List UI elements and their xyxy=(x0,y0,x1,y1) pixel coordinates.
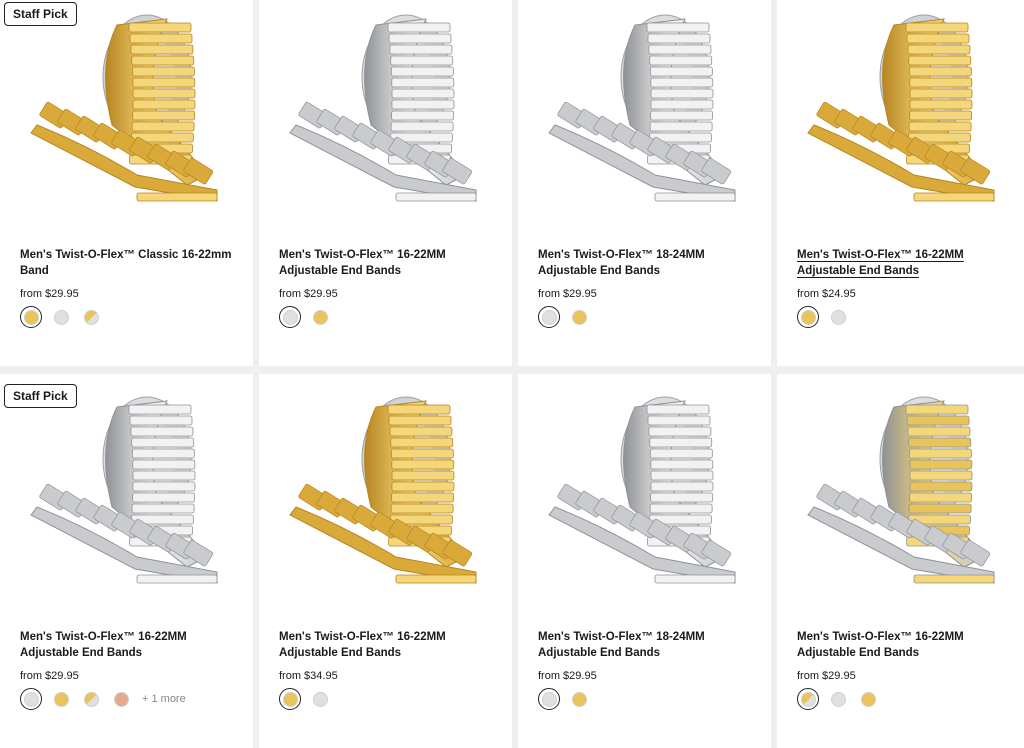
swatch-gold[interactable] xyxy=(797,306,819,328)
product-card[interactable]: Men's Twist-O-Flex™ 16-22MM Adjustable E… xyxy=(777,374,1024,748)
product-title[interactable]: Men's Twist-O-Flex™ 18-24MM Adjustable E… xyxy=(538,630,757,661)
swatch-twotone[interactable] xyxy=(80,688,102,710)
swatch-dot xyxy=(571,309,587,325)
swatch-dot xyxy=(800,309,816,325)
product-image[interactable] xyxy=(10,382,243,602)
product-image[interactable] xyxy=(528,382,761,602)
product-price: from $29.95 xyxy=(538,670,597,682)
product-title[interactable]: Men's Twist-O-Flex™ 16-22MM Adjustable E… xyxy=(797,630,1016,661)
swatch-dot xyxy=(830,309,846,325)
swatch-silver[interactable] xyxy=(50,306,72,328)
swatch-dot xyxy=(282,691,298,707)
swatch-dot xyxy=(571,691,587,707)
swatch-dot xyxy=(23,691,39,707)
swatch-silver[interactable] xyxy=(538,688,560,710)
swatch-gold[interactable] xyxy=(50,688,72,710)
swatch-twotone[interactable] xyxy=(80,306,102,328)
product-card[interactable]: Men's Twist-O-Flex™ 16-22MM Adjustable E… xyxy=(777,0,1024,366)
color-swatches: + 1 more xyxy=(20,688,186,710)
color-swatches xyxy=(797,306,849,328)
color-swatches xyxy=(538,306,590,328)
product-price: from $29.95 xyxy=(279,288,338,300)
swatch-silver[interactable] xyxy=(538,306,560,328)
staff-pick-badge: Staff Pick xyxy=(4,2,77,26)
product-price: from $29.95 xyxy=(538,288,597,300)
swatch-dot xyxy=(53,309,69,325)
product-title-link[interactable]: Men's Twist-O-Flex™ 16-22MM Adjustable E… xyxy=(797,249,964,277)
product-title[interactable]: Men's Twist-O-Flex™ 16-22MM Adjustable E… xyxy=(20,630,239,661)
swatch-twotone[interactable] xyxy=(797,688,819,710)
product-image[interactable] xyxy=(787,382,1020,602)
product-title[interactable]: Men's Twist-O-Flex™ 18-24MM Adjustable E… xyxy=(538,248,757,279)
color-swatches xyxy=(20,306,102,328)
product-title[interactable]: Men's Twist-O-Flex™ 16-22MM Adjustable E… xyxy=(279,630,498,661)
swatch-silver[interactable] xyxy=(309,688,331,710)
product-price: from $34.95 xyxy=(279,670,338,682)
product-image[interactable] xyxy=(269,0,502,220)
product-title[interactable]: Men's Twist-O-Flex™ 16-22MM Adjustable E… xyxy=(797,248,1016,279)
swatch-gold[interactable] xyxy=(857,688,879,710)
color-swatches xyxy=(279,306,331,328)
swatch-gold[interactable] xyxy=(20,306,42,328)
product-card[interactable]: Staff Pick Men's Twist-O-Flex™ 16-22MM A… xyxy=(0,374,253,748)
product-image[interactable] xyxy=(787,0,1020,220)
swatch-dot xyxy=(541,309,557,325)
swatch-dot xyxy=(23,309,39,325)
product-card[interactable]: Men's Twist-O-Flex™ 16-22MM Adjustable E… xyxy=(259,0,512,366)
product-title[interactable]: Men's Twist-O-Flex™ Classic 16-22mm Band xyxy=(20,248,239,279)
swatch-gold[interactable] xyxy=(568,306,590,328)
product-card[interactable]: Staff Pick Men's Twist-O-Flex™ Classic 1… xyxy=(0,0,253,366)
swatch-gold[interactable] xyxy=(309,306,331,328)
swatch-dot xyxy=(541,691,557,707)
swatch-gold[interactable] xyxy=(568,688,590,710)
product-card[interactable]: Men's Twist-O-Flex™ 16-22MM Adjustable E… xyxy=(259,374,512,748)
color-swatches xyxy=(279,688,331,710)
product-price: from $29.95 xyxy=(20,288,79,300)
product-image[interactable] xyxy=(10,0,243,220)
swatch-dot xyxy=(312,309,328,325)
swatch-silver[interactable] xyxy=(279,306,301,328)
swatch-silver[interactable] xyxy=(20,688,42,710)
swatch-dot xyxy=(53,691,69,707)
swatch-rose[interactable] xyxy=(110,688,132,710)
color-swatches xyxy=(797,688,879,710)
swatch-dot xyxy=(800,691,816,707)
swatch-gold[interactable] xyxy=(279,688,301,710)
swatch-dot xyxy=(282,309,298,325)
product-card[interactable]: Men's Twist-O-Flex™ 18-24MM Adjustable E… xyxy=(518,0,771,366)
swatch-dot xyxy=(83,691,99,707)
product-price: from $29.95 xyxy=(797,670,856,682)
product-title[interactable]: Men's Twist-O-Flex™ 16-22MM Adjustable E… xyxy=(279,248,498,279)
product-card[interactable]: Men's Twist-O-Flex™ 18-24MM Adjustable E… xyxy=(518,374,771,748)
swatch-dot xyxy=(113,691,129,707)
swatch-dot xyxy=(830,691,846,707)
swatch-silver[interactable] xyxy=(827,306,849,328)
product-image[interactable] xyxy=(269,382,502,602)
staff-pick-badge: Staff Pick xyxy=(4,384,77,408)
swatch-dot xyxy=(860,691,876,707)
product-price: from $24.95 xyxy=(797,288,856,300)
color-swatches xyxy=(538,688,590,710)
more-colors-link[interactable]: + 1 more xyxy=(142,693,186,705)
product-image[interactable] xyxy=(528,0,761,220)
swatch-dot xyxy=(83,309,99,325)
swatch-dot xyxy=(312,691,328,707)
swatch-silver[interactable] xyxy=(827,688,849,710)
product-price: from $29.95 xyxy=(20,670,79,682)
product-grid: Staff Pick Men's Twist-O-Flex™ Classic 1… xyxy=(0,0,1024,748)
